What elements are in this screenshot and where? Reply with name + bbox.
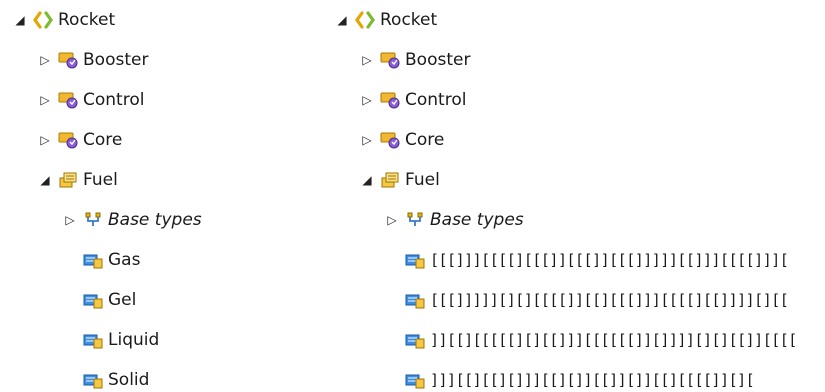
enum-literal-icon bbox=[405, 290, 425, 310]
collapse-arrow-icon[interactable]: ◢ bbox=[360, 160, 374, 200]
node-label: [[[]]][[[[][[[]][[[]][[[]]]]][[]]][[[[]]… bbox=[430, 251, 789, 269]
node-label: ]][[][[[[[][][[]]][[[[[[]][]]]][][][[]][… bbox=[430, 331, 797, 349]
node-label: Liquid bbox=[108, 330, 160, 350]
node-label: [[[]]]]][][][[[[]][[][[[]]][[[[][[]]]][]… bbox=[430, 291, 789, 309]
tree-panel-right: ◢ Rocket ▷ Booster ▷ Control ▷ Core ◢ Fu… bbox=[322, 0, 825, 392]
inheritance-icon bbox=[83, 210, 103, 230]
collapse-arrow-icon[interactable]: ◢ bbox=[38, 160, 52, 200]
node-label: Gas bbox=[108, 250, 141, 270]
tree-node-rocket[interactable]: ◢ Rocket bbox=[335, 0, 437, 40]
tree-node-literal[interactable]: Liquid bbox=[63, 320, 159, 360]
expand-arrow-icon[interactable]: ▷ bbox=[63, 200, 77, 240]
class-folder-icon bbox=[380, 50, 400, 70]
tree-node-core[interactable]: ▷ Core bbox=[360, 120, 444, 160]
tree-node-literal[interactable]: [[[]]][[[[][[[]][[[]][[[]]]]][[]]][[[[]]… bbox=[385, 240, 789, 280]
package-icon bbox=[355, 10, 375, 30]
node-label: Rocket bbox=[380, 10, 438, 30]
class-folder-icon bbox=[58, 130, 78, 150]
enum-icon bbox=[58, 170, 78, 190]
tree-node-rocket[interactable]: ◢ Rocket bbox=[13, 0, 115, 40]
node-label: Solid bbox=[108, 370, 150, 390]
expand-arrow-icon[interactable]: ▷ bbox=[385, 200, 399, 240]
enum-literal-icon bbox=[405, 330, 425, 350]
tree-node-booster[interactable]: ▷ Booster bbox=[38, 40, 148, 80]
node-label: Booster bbox=[405, 50, 471, 70]
tree-node-base-types[interactable]: ▷ Base types bbox=[63, 200, 202, 240]
collapse-arrow-icon[interactable]: ◢ bbox=[13, 0, 27, 40]
node-label: Rocket bbox=[58, 10, 116, 30]
expand-arrow-icon[interactable]: ▷ bbox=[38, 80, 52, 120]
node-label: Fuel bbox=[405, 170, 440, 190]
node-label: Gel bbox=[108, 290, 137, 310]
inheritance-icon bbox=[405, 210, 425, 230]
node-label: Control bbox=[405, 90, 467, 110]
node-label: Core bbox=[83, 130, 123, 150]
class-folder-icon bbox=[58, 50, 78, 70]
tree-node-fuel[interactable]: ◢ Fuel bbox=[360, 160, 440, 200]
expand-arrow-icon[interactable]: ▷ bbox=[38, 120, 52, 160]
tree-node-core[interactable]: ▷ Core bbox=[38, 120, 122, 160]
class-folder-icon bbox=[380, 130, 400, 150]
tree-node-literal[interactable]: Gel bbox=[63, 280, 136, 320]
class-folder-icon bbox=[58, 90, 78, 110]
enum-literal-icon bbox=[83, 370, 103, 390]
node-label: Base types bbox=[430, 210, 524, 230]
enum-literal-icon bbox=[83, 250, 103, 270]
tree-node-booster[interactable]: ▷ Booster bbox=[360, 40, 470, 80]
collapse-arrow-icon[interactable]: ◢ bbox=[335, 0, 349, 40]
tree-panel-left: ◢ Rocket ▷ Booster ▷ Control ▷ Core ◢ Fu… bbox=[0, 0, 300, 392]
enum-literal-icon bbox=[405, 250, 425, 270]
expand-arrow-icon[interactable]: ▷ bbox=[360, 40, 374, 80]
enum-literal-icon bbox=[83, 290, 103, 310]
expand-arrow-icon[interactable]: ▷ bbox=[360, 120, 374, 160]
tree-node-fuel[interactable]: ◢ Fuel bbox=[38, 160, 118, 200]
enum-icon bbox=[380, 170, 400, 190]
class-folder-icon bbox=[380, 90, 400, 110]
enum-literal-icon bbox=[405, 370, 425, 390]
tree-node-literal[interactable]: Gas bbox=[63, 240, 140, 280]
node-label: ]]][[][[][]]][[][]][[]][]][[][[[[]][][ bbox=[430, 371, 755, 389]
expand-arrow-icon[interactable]: ▷ bbox=[38, 40, 52, 80]
node-label: Core bbox=[405, 130, 445, 150]
tree-node-literal[interactable]: ]][[][[[[[][][[]]][[[[[[]][]]]][][][[]][… bbox=[385, 320, 797, 360]
tree-node-literal[interactable]: [[[]]]]][][][[[[]][[][[[]]][[[[][[]]]][]… bbox=[385, 280, 789, 320]
package-icon bbox=[33, 10, 53, 30]
node-label: Booster bbox=[83, 50, 149, 70]
enum-literal-icon bbox=[83, 330, 103, 350]
expand-arrow-icon[interactable]: ▷ bbox=[360, 80, 374, 120]
tree-node-literal[interactable]: Solid bbox=[63, 360, 149, 392]
tree-node-literal[interactable]: ]]][[][[][]]][[][]][[]][]][[][[[[]][][ bbox=[385, 360, 755, 392]
node-label: Base types bbox=[108, 210, 202, 230]
tree-node-control[interactable]: ▷ Control bbox=[38, 80, 144, 120]
tree-node-base-types[interactable]: ▷ Base types bbox=[385, 200, 524, 240]
node-label: Control bbox=[83, 90, 145, 110]
node-label: Fuel bbox=[83, 170, 118, 190]
tree-node-control[interactable]: ▷ Control bbox=[360, 80, 466, 120]
